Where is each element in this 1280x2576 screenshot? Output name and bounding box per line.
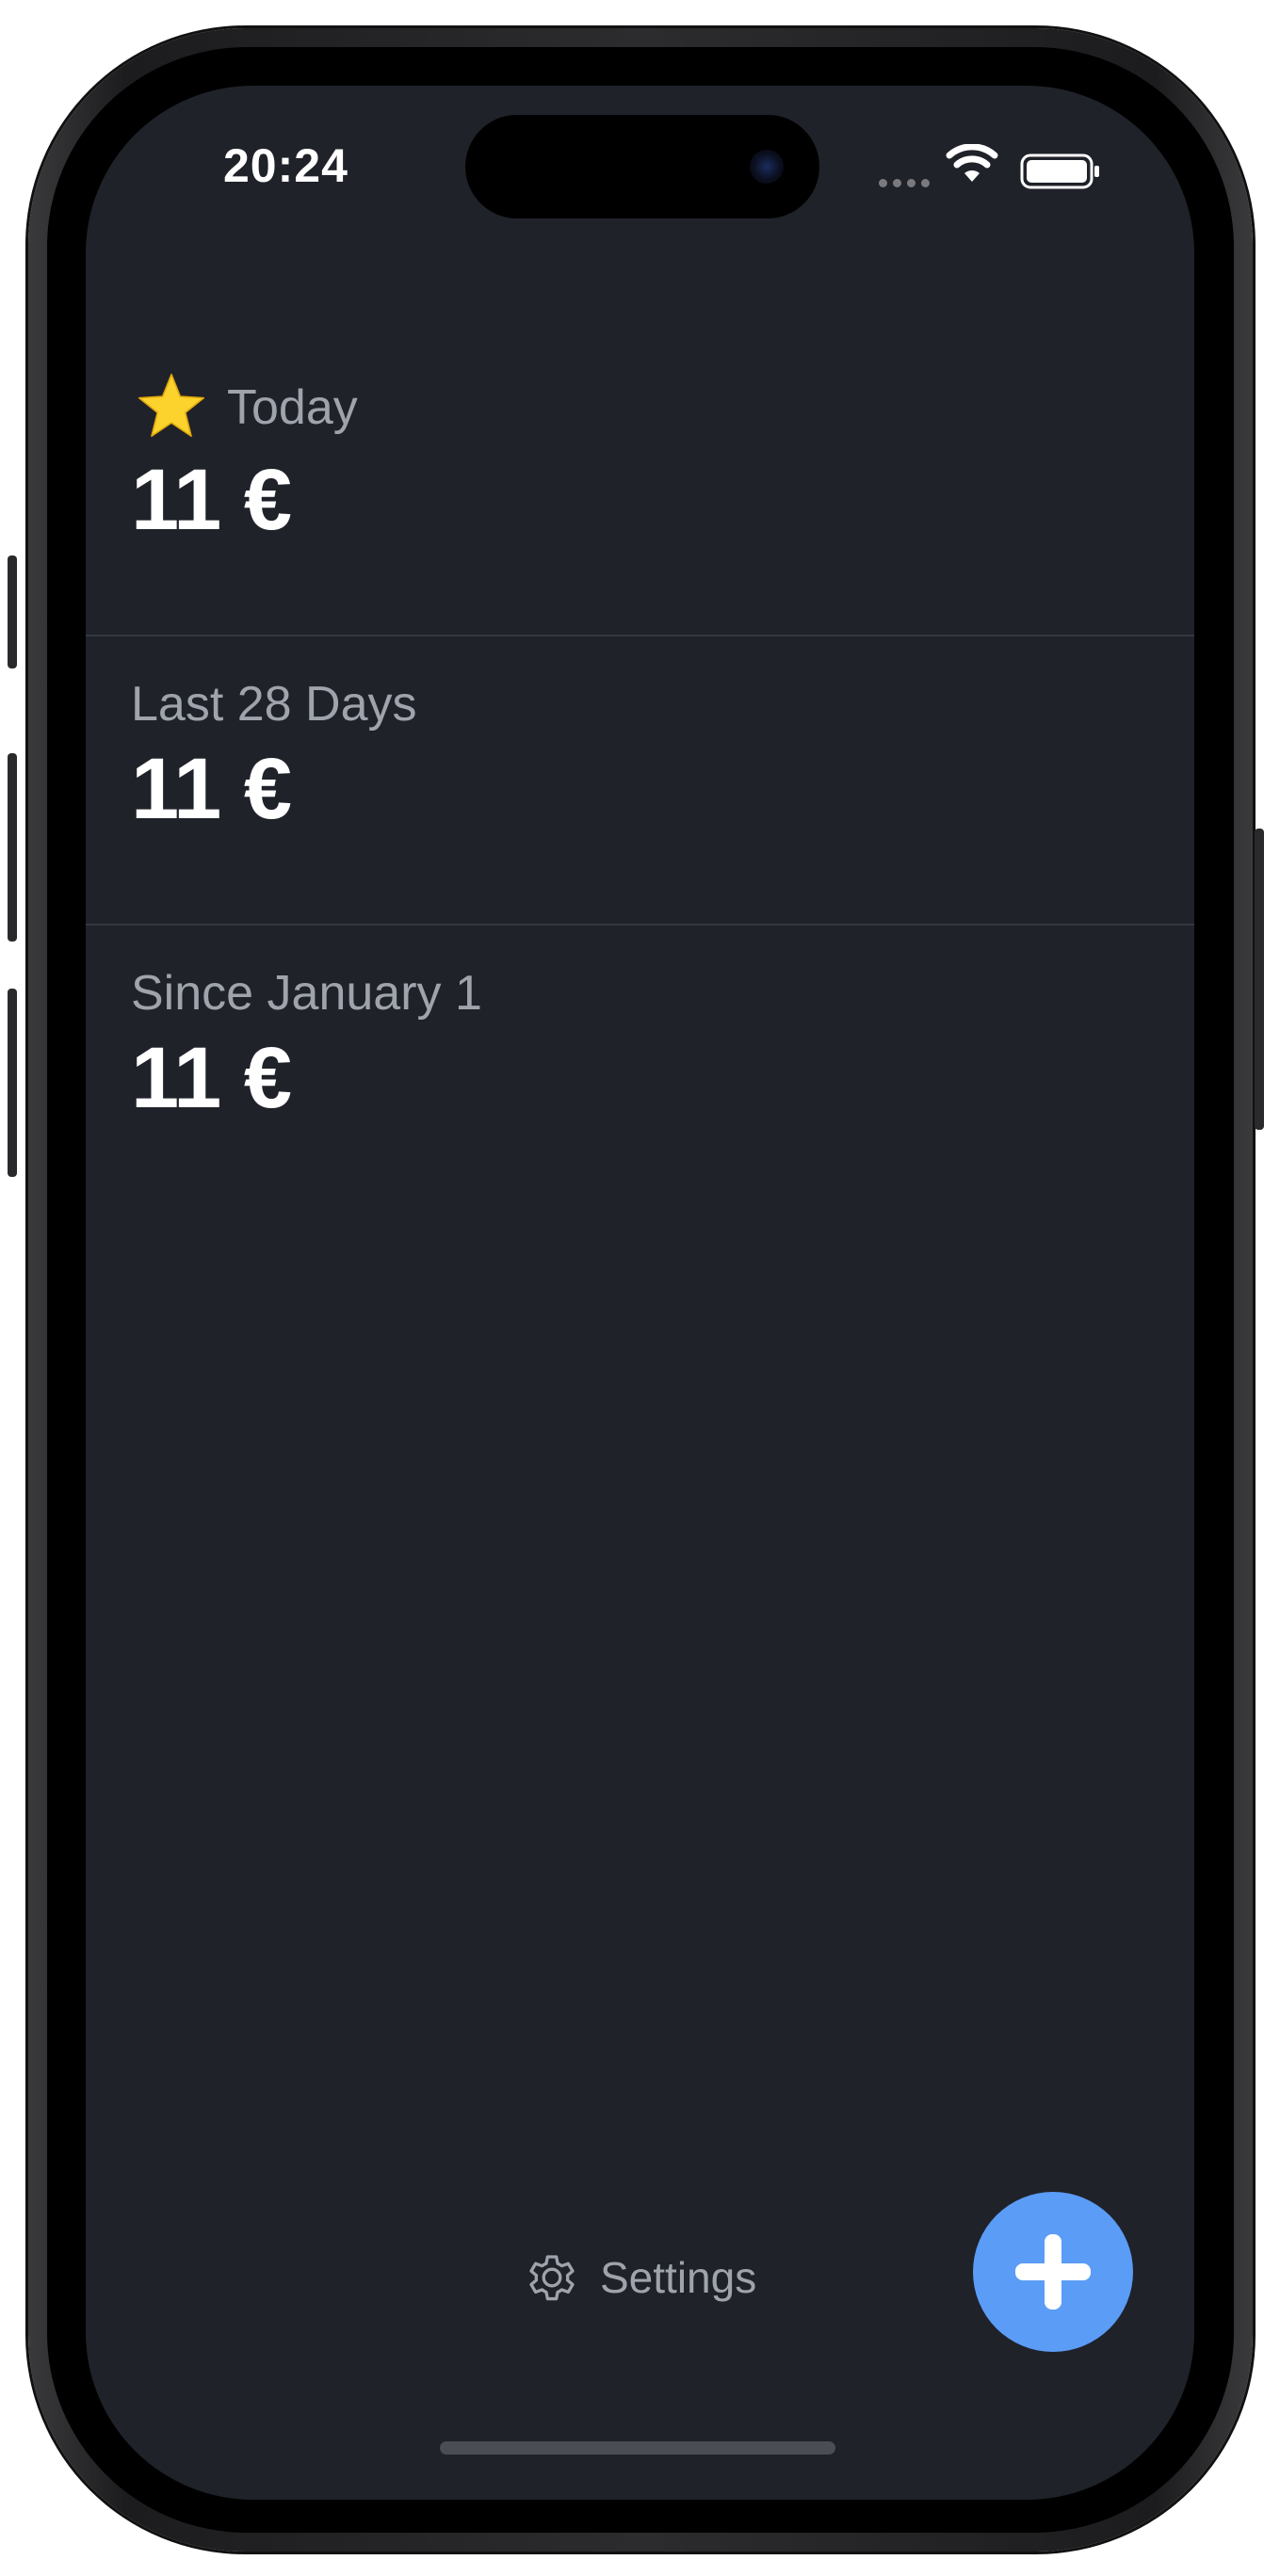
volume-down-button [8,989,17,1177]
divider [86,635,1194,636]
star-icon [138,373,205,437]
power-button [1255,829,1264,1130]
volume-up-button [8,753,17,942]
app-screen: 20:24 Today 11 € Last 28 Days 11 € Since… [86,86,1194,2500]
divider [86,924,1194,926]
gear-icon [529,2255,575,2301]
cellular-signal-icon [879,175,935,187]
action-button [8,555,17,668]
status-time: 20:24 [223,139,348,192]
wifi-icon [946,144,998,182]
dynamic-island [465,115,819,218]
battery-icon [1020,153,1099,189]
last-28-days-label: Last 28 Days [131,677,417,732]
settings-button[interactable]: Settings [521,2245,756,2310]
since-jan-1-label: Since January 1 [131,966,482,1021]
add-button[interactable] [973,2192,1133,2352]
last-28-days-value: 11 € [131,741,292,837]
camera-icon [750,150,784,184]
today-value: 11 € [131,452,292,548]
since-jan-1-value: 11 € [131,1030,292,1126]
home-indicator[interactable] [440,2441,835,2455]
today-label: Today [227,380,358,435]
settings-label: Settings [600,2253,757,2302]
